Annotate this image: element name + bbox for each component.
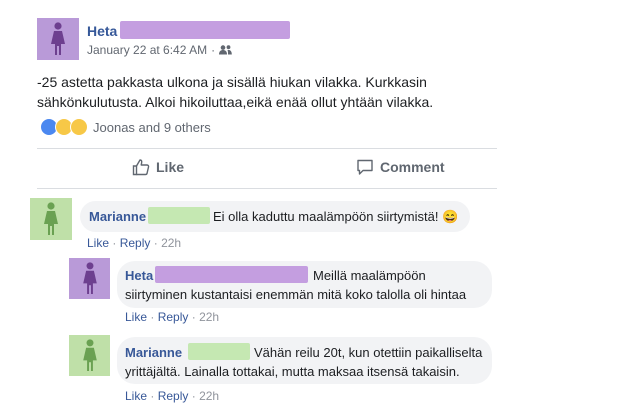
reply-author-avatar[interactable] <box>69 258 110 299</box>
like-button-label: Like <box>156 159 185 175</box>
post-text-line-2: sähkönkulutusta. Alkoi hikoiluttaa,eikä … <box>37 94 434 110</box>
comment-actions: Like · Reply · 22h <box>87 236 182 250</box>
divider-bottom <box>37 188 497 189</box>
person-silhouette-icon <box>82 262 97 295</box>
redacted-surname <box>155 266 308 283</box>
reply-like-link[interactable]: Like <box>125 389 147 403</box>
post-author-avatar[interactable] <box>37 18 79 60</box>
reply-actions: Like · Reply · 22h <box>125 389 220 403</box>
reactions-summary[interactable]: Joonas and 9 others <box>40 118 211 136</box>
reply-bubble: Heta Meillä maalämpöön siirtyminen kusta… <box>117 261 492 308</box>
reply-reply-link[interactable]: Reply <box>158 389 189 403</box>
person-silhouette-icon <box>82 339 97 372</box>
person-silhouette-icon <box>44 202 58 235</box>
comment-bubble: Marianne Ei olla kaduttu maalämpöön siir… <box>80 201 470 232</box>
like-button[interactable]: Like <box>132 158 184 176</box>
reply-text-line-2: siirtyminen kustantaisi enemmän mitä kok… <box>125 287 467 302</box>
reply-actions: Like · Reply · 22h <box>125 310 220 324</box>
post-text: -25 astetta pakkasta ulkona ja sisällä h… <box>37 72 497 112</box>
comment-text: Ei olla kaduttu maalämpöön siirtymistä! … <box>213 209 459 224</box>
thumbs-up-icon <box>132 159 150 176</box>
reactions-text[interactable]: Joonas and 9 others <box>93 120 211 135</box>
comment-timestamp[interactable]: 22h <box>161 236 181 250</box>
meta-dot: · <box>211 43 216 57</box>
comment-bubble-icon <box>357 159 373 175</box>
redacted-surname <box>120 21 290 39</box>
reply-author[interactable]: Heta <box>125 266 153 285</box>
post-text-line-1: -25 astetta pakkasta ulkona ja sisällä h… <box>37 74 427 90</box>
post-timestamp[interactable]: January 22 at 6:42 AM <box>87 43 207 57</box>
comment-like-link[interactable]: Like <box>87 236 109 250</box>
reply-author[interactable]: Marianne <box>125 343 182 362</box>
comment-author[interactable]: Marianne <box>89 207 146 226</box>
divider-top <box>37 148 497 149</box>
post-author-name[interactable]: Heta <box>87 23 117 39</box>
reply-bubble: Marianne Vähän reilu 20t, kun otettiin p… <box>117 337 492 384</box>
sad-reaction-icon <box>70 118 88 136</box>
comment-reply-link[interactable]: Reply <box>120 236 151 250</box>
post-meta: January 22 at 6:42 AM · <box>87 43 232 57</box>
comment-button-label: Comment <box>380 159 445 175</box>
redacted-surname <box>148 207 210 224</box>
reply-text-line-1: Meillä maalämpöön <box>313 268 426 283</box>
reply-like-link[interactable]: Like <box>125 310 147 324</box>
reply-timestamp[interactable]: 22h <box>199 310 219 324</box>
reply-reply-link[interactable]: Reply <box>158 310 189 324</box>
redacted-surname <box>188 343 250 360</box>
reply-text-line-1: Vähän reilu 20t, kun otettiin paikallise… <box>254 345 483 360</box>
reply-author-avatar[interactable] <box>69 335 110 376</box>
friends-icon[interactable] <box>219 45 232 55</box>
commenter-avatar[interactable] <box>30 198 72 240</box>
reply-timestamp[interactable]: 22h <box>199 389 219 403</box>
reply-text-line-2: yrittäjältä. Lainalla tottakai, mutta ma… <box>125 364 460 379</box>
person-silhouette-icon <box>51 22 65 55</box>
comment-button[interactable]: Comment <box>356 158 445 176</box>
